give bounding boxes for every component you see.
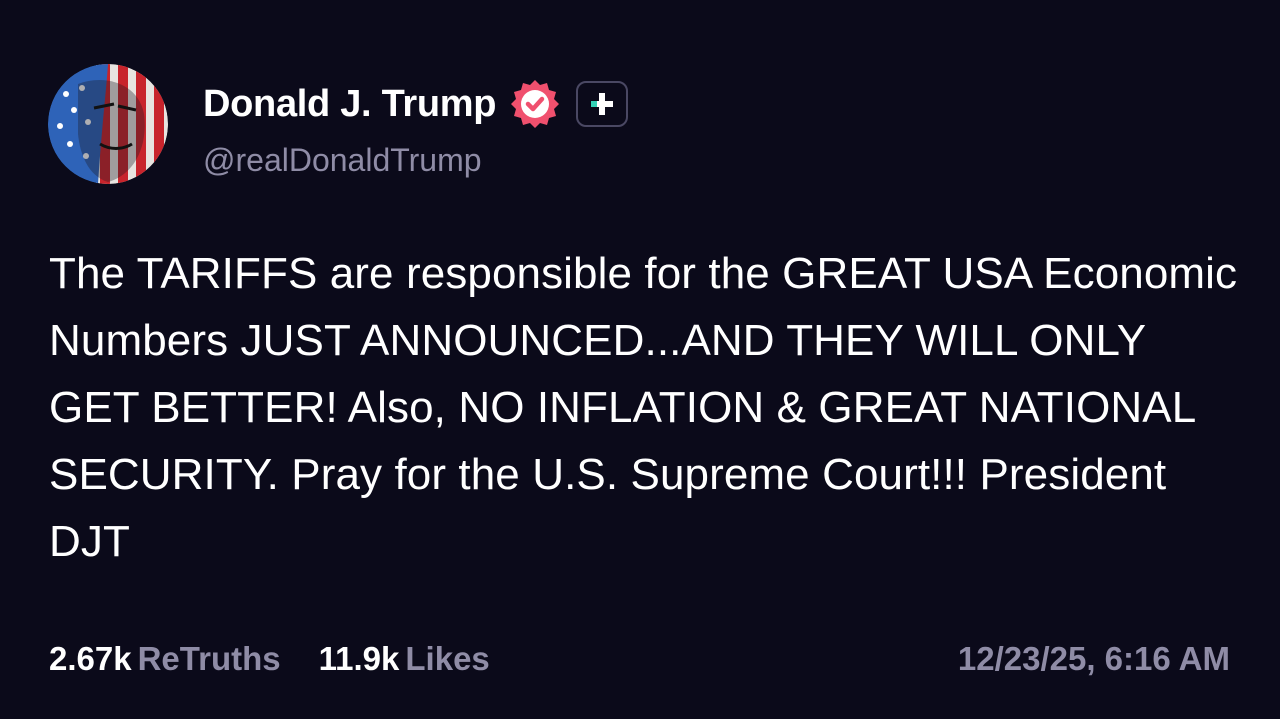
likes-count: 11.9k	[318, 640, 400, 677]
author-avatar[interactable]	[48, 64, 168, 184]
plus-icon	[591, 93, 614, 115]
retruths-count: 2.67k	[49, 640, 132, 677]
retruths-label: ReTruths	[137, 640, 281, 677]
post-stats: 2.67k ReTruths 11.9k Likes	[49, 640, 490, 678]
author-display-name[interactable]: Donald J. Trump	[203, 83, 497, 126]
verified-badge-icon	[508, 77, 562, 131]
avatar-image	[48, 64, 168, 184]
follow-button[interactable]	[576, 81, 629, 127]
retruths-stat[interactable]: 2.67k ReTruths	[49, 640, 281, 678]
author-name-row: Donald J. Trump	[203, 77, 629, 131]
post-text-content: The TARIFFS are responsible for the GREA…	[49, 249, 1238, 566]
truth-post: Donald J. Trump @realDonaldTrump The TAR…	[0, 0, 1280, 719]
author-handle[interactable]: @realDonaldTrump	[203, 142, 482, 179]
post-text: The TARIFFS are responsible for the GREA…	[49, 240, 1239, 575]
likes-stat[interactable]: 11.9k Likes	[319, 640, 490, 678]
likes-label: Likes	[405, 640, 490, 677]
post-timestamp[interactable]: 12/23/25, 6:16 AM	[958, 640, 1230, 678]
